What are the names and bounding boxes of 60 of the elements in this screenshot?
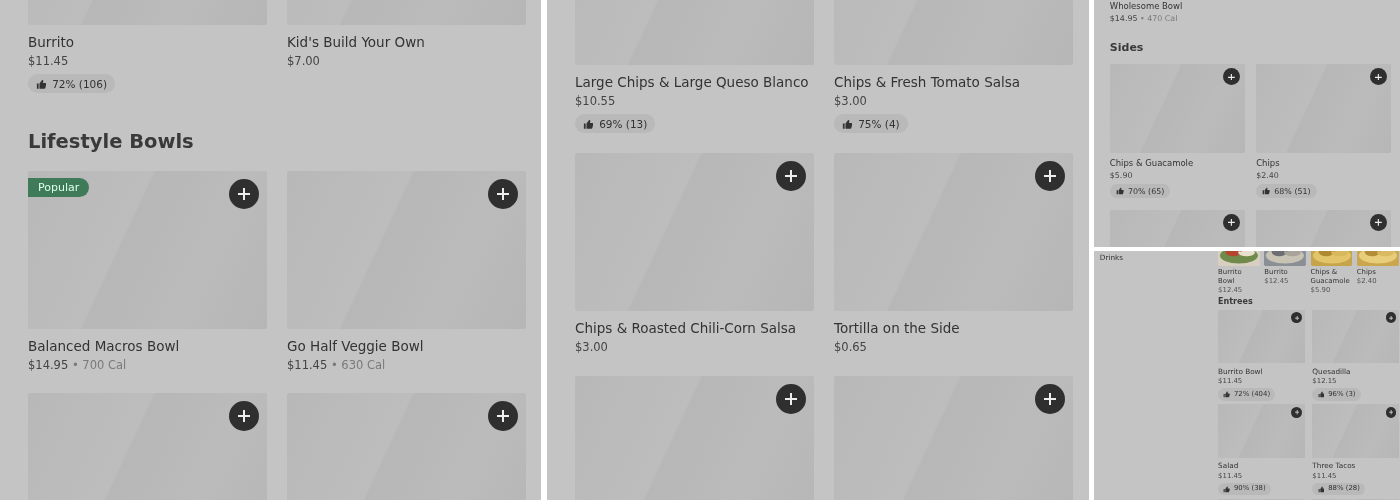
item-name: Chips & Fresh Tomato Salsa [834,74,1022,92]
add-button[interactable] [1291,312,1303,324]
item-price: $7.00 [287,53,320,68]
thumbs-up-icon [1262,187,1270,196]
item-name: Chips & Roasted Chili-Corn Salsa [575,320,798,339]
item-price: $10.55 [575,93,616,108]
popular-badge: Popular [28,177,90,197]
item-name: Balanced Macros Bowl [28,337,181,356]
item-name: Burrito [28,34,75,52]
thumbs-up-icon [1317,485,1325,493]
thumbs-up-icon [35,78,47,90]
thumbs-up-icon [1223,485,1231,493]
item-price: $11.45 [28,53,69,68]
plus-icon [497,410,509,423]
add-button[interactable] [1035,161,1065,192]
plus-icon [1044,392,1056,405]
add-button[interactable] [776,383,806,414]
thumbs-up-icon [582,118,594,130]
thumbs-up-icon [1223,391,1231,398]
rating-text: 69% (13) [599,116,648,132]
item-calories: • 700 Cal [71,357,127,372]
plus-icon [1044,170,1056,183]
item-name: Large Chips & Large Queso Blanco [575,74,810,92]
item-price: $14.95 [28,357,69,372]
add-button[interactable] [1223,68,1241,86]
add-button[interactable] [488,178,518,209]
add-button[interactable] [1369,214,1387,232]
item-name: Chips & Guacamole [1109,158,1195,170]
add-button[interactable] [776,161,806,192]
add-button[interactable] [488,401,518,432]
thumbs-up-icon [1317,391,1325,398]
add-button[interactable] [1223,214,1241,232]
section-heading: Lifestyle Bowls [28,130,195,155]
item-calories: • 630 Cal [330,357,386,372]
plus-icon [785,392,797,405]
add-button[interactable] [1035,383,1065,414]
thumbs-up-icon [841,118,853,130]
section-heading: Sides [1109,41,1145,55]
plus-icon [497,187,509,200]
item-price: $3.00 [834,93,867,108]
plus-icon [238,187,250,200]
add-button[interactable] [1369,68,1387,86]
add-button[interactable] [229,178,259,209]
item-name: Wholesome Bowl [1109,1,1184,13]
rating-text: 75% (4) [858,116,900,132]
add-button[interactable] [1291,407,1303,419]
item-name: Go Half Veggie Bowl [287,337,425,356]
add-button[interactable] [1385,312,1397,324]
thumbs-up-icon [1115,187,1124,196]
item-price: $3.00 [575,340,608,355]
add-button[interactable] [1385,407,1397,419]
item-name: Tortilla on the Side [834,320,961,339]
item-name: Kid's Build Your Own [287,34,426,52]
rating-text: 72% (106) [52,76,108,92]
plus-icon [785,170,797,183]
plus-icon [238,410,250,423]
item-price: $0.65 [834,340,867,355]
add-button[interactable] [229,401,259,432]
item-price: $11.45 [287,357,328,372]
item-name: Chips [1256,158,1281,170]
